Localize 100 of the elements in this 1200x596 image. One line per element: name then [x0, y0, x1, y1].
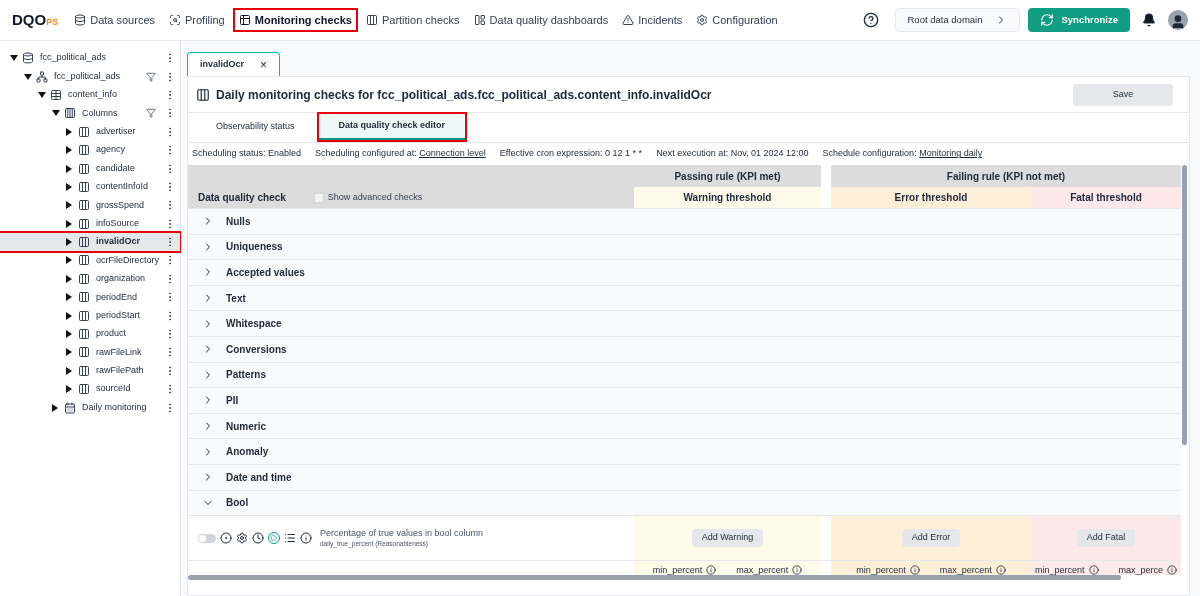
tab[interactable]: Observability status	[196, 114, 315, 140]
vertical-scrollbar[interactable]	[1182, 165, 1187, 445]
document-tab[interactable]: invalidOcr ×	[187, 52, 281, 76]
tree-item[interactable]: invalidOcr	[0, 232, 180, 252]
info-icon[interactable]	[909, 565, 920, 576]
tree-item[interactable]: Columns	[0, 104, 180, 123]
nav-item[interactable]: Configuration	[692, 9, 782, 31]
save-button[interactable]: Save	[1073, 83, 1173, 106]
tree-label: Columns	[82, 106, 118, 120]
add-threshold-button[interactable]: Add Fatal	[1076, 529, 1136, 548]
category-row[interactable]: Whitespace	[188, 311, 1181, 337]
tree-item[interactable]: sourceId	[0, 380, 180, 399]
tree-item[interactable]: contentInfoId	[0, 177, 180, 197]
category-label: Conversions	[226, 342, 287, 357]
parameter-label: min_percent	[1034, 565, 1099, 576]
tree-label: grossSpend	[96, 198, 145, 212]
column-header: Data quality check	[198, 191, 286, 205]
tree-item[interactable]: ocrFileDirectory	[0, 251, 180, 270]
database-icon	[74, 14, 87, 26]
tree-item[interactable]: candidate	[0, 159, 180, 178]
category-row[interactable]: PII	[188, 388, 1181, 414]
tree-item[interactable]: infoSource	[0, 214, 180, 233]
tree-label: Daily monitoring	[82, 400, 147, 414]
category-label: Patterns	[226, 368, 266, 383]
tree-item[interactable]: content_info	[0, 85, 180, 105]
parameter-label: min_percent	[856, 565, 920, 576]
tree-item[interactable]: organization	[0, 269, 180, 289]
tree-label: fcc_political_ads	[40, 51, 107, 65]
list-icon[interactable]	[284, 532, 296, 545]
parameter-label: max_percent	[939, 565, 1006, 576]
tree-item[interactable]: product	[0, 324, 180, 344]
info-icon[interactable]	[995, 565, 1006, 576]
tab[interactable]: Data quality check editor	[318, 114, 466, 140]
category-row[interactable]: Anomaly	[188, 439, 1181, 465]
category-row[interactable]: Conversions	[188, 336, 1181, 363]
category-label: Bool	[226, 496, 249, 511]
toggle-switch[interactable]	[198, 533, 216, 543]
tree-item[interactable]: fcc_political_ads	[0, 49, 180, 68]
nav-item[interactable]: Incidents	[618, 9, 687, 31]
schedule-link[interactable]: Connection level	[419, 148, 486, 159]
filter-icon[interactable]	[146, 108, 156, 119]
tree-item[interactable]: advertiser	[0, 122, 180, 141]
category-row[interactable]: Text	[188, 285, 1181, 312]
category-label: Date and time	[226, 470, 292, 485]
tree-label: periodStart	[96, 308, 141, 322]
bell-icon[interactable]	[1142, 13, 1156, 27]
help-icon[interactable]	[862, 12, 879, 28]
nav-item[interactable]: Monitoring checks	[234, 9, 356, 31]
category-row[interactable]: Uniqueness	[188, 234, 1181, 261]
target-icon[interactable]	[220, 532, 232, 545]
avatar[interactable]	[1168, 10, 1188, 30]
tree-item[interactable]: periodStart	[0, 306, 180, 325]
nav-item[interactable]: Data sources	[70, 9, 159, 31]
tree-label: periodEnd	[96, 290, 138, 304]
nav-item[interactable]: Profiling	[165, 9, 229, 31]
category-row[interactable]: Nulls	[188, 209, 1181, 235]
tree-label: rawFileLink	[96, 345, 142, 359]
profiling-icon	[169, 14, 181, 26]
info-icon[interactable]	[792, 565, 803, 576]
category-label: Anomaly	[226, 445, 269, 460]
logo[interactable]: DQOPS	[12, 8, 59, 32]
threshold-header: Fatal threshold	[1031, 187, 1181, 208]
add-threshold-button[interactable]: Add Warning	[691, 529, 764, 548]
tree-item[interactable]: grossSpend	[0, 196, 180, 215]
info-icon[interactable]	[300, 532, 312, 545]
filter-icon[interactable]	[146, 71, 156, 82]
tree-item[interactable]: Daily monitoring	[0, 398, 180, 417]
tree-item[interactable]: agency	[0, 140, 180, 160]
category-label: Uniqueness	[226, 240, 283, 255]
column-icon	[196, 87, 210, 102]
info-icon[interactable]	[1088, 565, 1099, 576]
info-icon[interactable]	[706, 565, 717, 576]
advanced-checkbox[interactable]: Show advanced checks	[313, 190, 423, 205]
tree-label: advertiser	[96, 125, 136, 138]
settings-icon[interactable]	[236, 532, 248, 545]
category-row[interactable]: Patterns	[188, 362, 1181, 389]
tree-item[interactable]: periodEnd	[0, 288, 180, 307]
add-threshold-button[interactable]: Add Error	[901, 529, 961, 548]
info-icon[interactable]	[1167, 565, 1178, 576]
close-icon[interactable]: ×	[260, 55, 268, 74]
category-row[interactable]: Bool	[188, 490, 1181, 517]
nav-item[interactable]: Data quality dashboards	[469, 9, 613, 31]
horizontal-scrollbar[interactable]	[188, 575, 1122, 581]
tree-item[interactable]: rawFileLink	[0, 343, 180, 362]
schedule-link[interactable]: Monitoring daily	[919, 148, 983, 159]
tree-label: rawFilePath	[96, 364, 144, 378]
tree-label: content_info	[68, 88, 118, 102]
tree-item[interactable]: rawFilePath	[0, 361, 180, 381]
schedule-info: Next execution at: Nov, 01 2024 12:00	[656, 147, 809, 161]
category-row[interactable]: Accepted values	[188, 260, 1181, 286]
category-row[interactable]: Date and time	[188, 464, 1181, 491]
nav-item[interactable]: Partition checks	[361, 9, 464, 31]
clock-icon[interactable]	[252, 532, 264, 545]
domain-button[interactable]: Root data domain	[894, 8, 1020, 32]
category-row[interactable]: Numeric	[188, 413, 1181, 440]
category-label: Numeric	[226, 419, 266, 434]
tree-item[interactable]: fcc_political_ads	[0, 67, 180, 86]
tree-label: infoSource	[96, 216, 140, 230]
tree-label: agency	[96, 143, 126, 157]
schedule-info: Effective cron expression: 0 12 1 * *	[499, 147, 643, 161]
